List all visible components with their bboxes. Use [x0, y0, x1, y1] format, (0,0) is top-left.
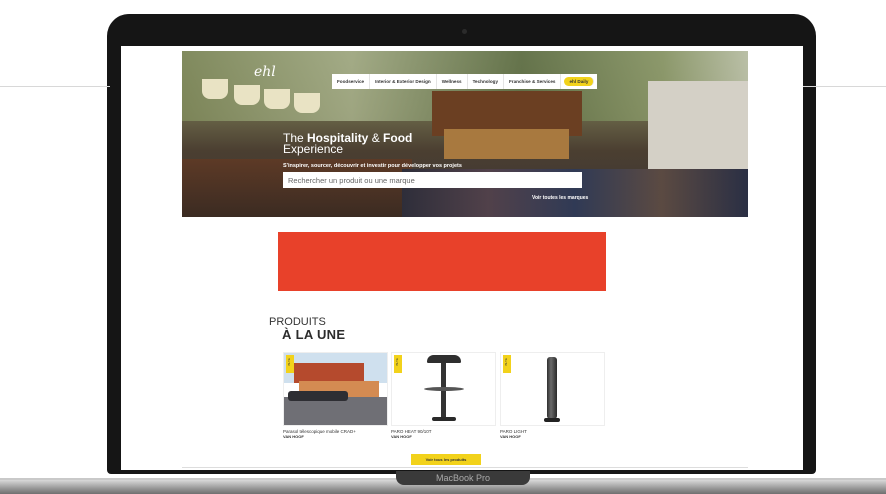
product-brand: VAN HOOF [500, 434, 521, 439]
hero-title-line2: Experience [283, 142, 344, 156]
nav-item-ehl-daily[interactable]: ehl Daily [564, 77, 595, 86]
heater-top [427, 355, 461, 363]
product-badge: BLYE [503, 355, 511, 373]
ehl-logo[interactable]: ehl [254, 64, 276, 80]
cars [288, 391, 348, 401]
product-card[interactable]: BLYE Parasol télescopique mobile CRAD+ V… [283, 352, 388, 439]
lamp-icon [294, 93, 320, 113]
product-brand: VAN HOOF [391, 434, 412, 439]
products-title: À LA UNE [282, 327, 346, 342]
product-badge: BLYE [286, 355, 294, 373]
product-image[interactable]: BLYE [283, 352, 388, 426]
hero-banner: ehl Foodservice Interior & Exterior Desi… [182, 51, 748, 217]
product-brand: VAN HOOF [283, 434, 304, 439]
search-input[interactable] [283, 172, 582, 188]
product-card[interactable]: BLYE PARO LIGHT VAN HOOF [500, 352, 605, 439]
see-all-products-button[interactable]: Voir tous les produits [411, 454, 481, 465]
nav-item-franchise[interactable]: Franchise & Services [504, 74, 562, 89]
hero-subtitle: S'inspirer, sourcer, découvrir et invest… [283, 163, 462, 169]
badge-label: BLYE [504, 358, 508, 366]
left-divider [0, 86, 110, 87]
light-tower [547, 357, 557, 419]
device-label: MacBook Pro [396, 471, 530, 485]
product-image[interactable]: BLYE [391, 352, 496, 426]
product-card[interactable]: BLYE PARO HEAT 90/10T VAN HOOF [391, 352, 496, 439]
laptop-screen: ehl Foodservice Interior & Exterior Desi… [121, 46, 803, 470]
promo-banner[interactable] [278, 232, 606, 291]
hero-title-bold-2: Food [383, 131, 413, 145]
badge-label: BLYE [287, 358, 291, 366]
nav-item-foodservice[interactable]: Foodservice [332, 74, 371, 89]
hero-window [444, 129, 569, 159]
road [284, 397, 387, 425]
nav-item-wellness[interactable]: Wellness [437, 74, 468, 89]
lamp-icon [202, 79, 228, 99]
right-divider [800, 86, 886, 87]
camera-icon [462, 29, 467, 34]
product-image[interactable]: BLYE [500, 352, 605, 426]
badge-label: BLYE [395, 358, 399, 366]
heater-table [424, 387, 464, 391]
main-nav: Foodservice Interior & Exterior Design W… [332, 74, 598, 89]
footer-divider [182, 467, 748, 468]
hero-title: The Hospitality & Food Experience [283, 131, 413, 156]
nav-item-technology[interactable]: Technology [468, 74, 504, 89]
product-badge: BLYE [394, 355, 402, 373]
all-brands-link[interactable]: Voir toutes les marques [532, 195, 588, 201]
lamp-icon [234, 85, 260, 105]
heater-pole [441, 363, 446, 421]
roof [294, 363, 364, 383]
heater-base [432, 417, 456, 421]
lamp-icon [264, 89, 290, 109]
hero-title-amp: & [368, 131, 384, 145]
light-tower-base [544, 418, 560, 422]
nav-item-interior-design[interactable]: Interior & Exterior Design [370, 74, 437, 89]
